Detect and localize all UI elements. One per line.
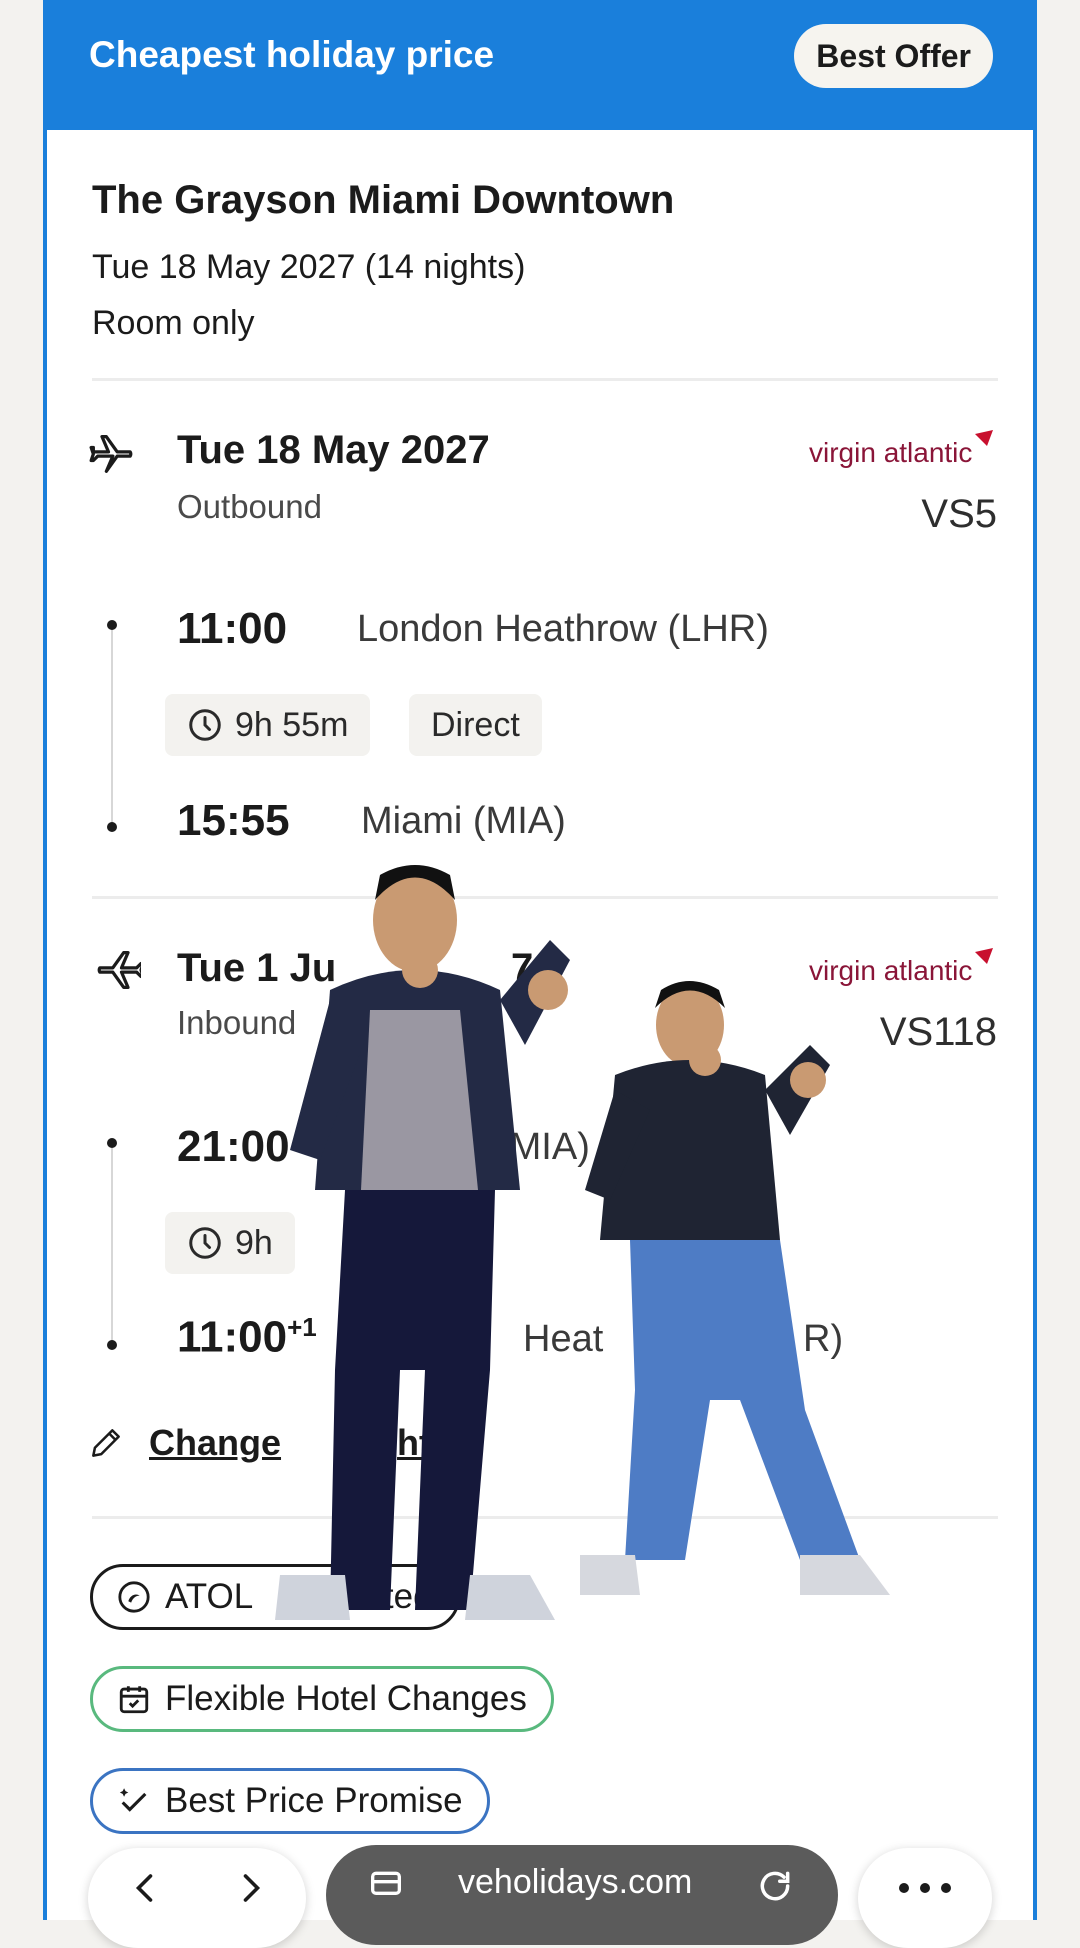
divider — [92, 378, 998, 381]
flexible-hotel-badge[interactable]: Flexible Hotel Changes — [90, 1666, 554, 1732]
clock-icon — [189, 709, 221, 741]
plane-inbound-icon — [97, 951, 141, 989]
svg-text:virgin atlantic: virgin atlantic — [809, 437, 972, 468]
reload-icon[interactable] — [756, 1867, 794, 1905]
banner-title: Cheapest holiday price — [89, 34, 495, 75]
duration-text: 9h 55m — [235, 706, 349, 744]
plane-outbound-icon — [89, 435, 133, 473]
best-offer-badge: Best Offer — [794, 24, 993, 88]
more-menu-button[interactable] — [858, 1848, 992, 1948]
outbound-flight-number: VS5 — [921, 492, 997, 536]
change-flights-label[interactable]: Change — [149, 1422, 281, 1464]
flexible-hotel-label: Flexible Hotel Changes — [165, 1679, 527, 1718]
outbound-arrive-time: 15:55 — [177, 796, 290, 845]
back-icon[interactable] — [128, 1870, 164, 1906]
best-price-badge[interactable]: Best Price Promise — [90, 1768, 490, 1834]
nav-controls — [88, 1848, 306, 1948]
board-basis: Room only — [92, 304, 255, 342]
url-text[interactable]: veholidays.com — [458, 1863, 692, 1902]
outbound-arrive-place: Miami (MIA) — [361, 800, 566, 842]
browser-toolbar: veholidays.com — [0, 1840, 1080, 1948]
dancing-person-right — [580, 981, 890, 1595]
outbound-depart-place: London Heathrow (LHR) — [357, 608, 769, 650]
duration-chip: 9h 55m — [165, 694, 371, 756]
more-icon — [899, 1883, 951, 1893]
virgin-atlantic-logo: virgin atlantic — [809, 430, 993, 468]
timeline-dot — [107, 1340, 117, 1350]
atol-label: ATOL — [165, 1577, 254, 1616]
outbound-date: Tue 18 May 2027 — [177, 428, 490, 472]
sparkle-check-icon — [119, 1788, 147, 1812]
outbound-depart-time: 11:00 — [177, 604, 288, 653]
best-price-label: Best Price Promise — [165, 1781, 463, 1820]
outbound-label: Outbound — [177, 488, 322, 525]
hotel-name[interactable]: The Grayson Miami Downtown — [92, 178, 674, 223]
tabs-icon[interactable] — [366, 1865, 406, 1905]
offer-banner: Cheapest holiday price Best Offer — [47, 0, 1033, 130]
timeline-dot — [107, 1138, 117, 1148]
hotel-dates: Tue 18 May 2027 (14 nights) — [92, 248, 526, 286]
calendar-check-icon — [119, 1686, 149, 1714]
stops-chip: Direct — [409, 694, 542, 756]
stops-text: Direct — [431, 706, 520, 744]
address-bar[interactable]: veholidays.com — [326, 1845, 838, 1945]
outbound-timeline — [111, 628, 113, 824]
pencil-icon — [92, 1429, 120, 1457]
atol-icon — [118, 1581, 150, 1613]
forward-icon[interactable] — [232, 1870, 268, 1906]
duration-text: 9h — [235, 1224, 273, 1262]
timeline-dot — [107, 620, 117, 630]
timeline-dot — [107, 822, 117, 832]
dancing-person-left — [275, 865, 570, 1620]
clock-icon — [189, 1227, 221, 1259]
inbound-timeline — [111, 1148, 113, 1348]
